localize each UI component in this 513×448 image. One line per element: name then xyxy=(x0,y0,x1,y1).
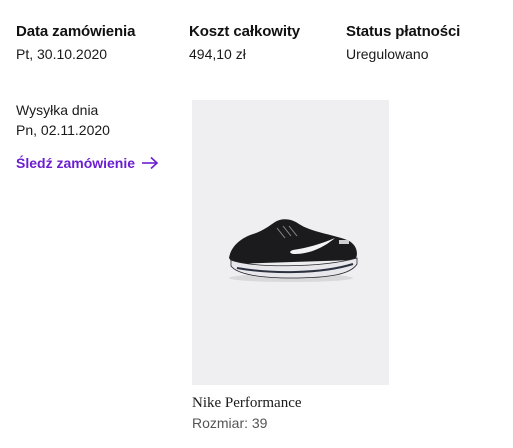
shipping-block: Wysyłka dnia Pn, 02.11.2020 xyxy=(16,100,110,140)
track-order-label: Śledź zamówienie xyxy=(16,155,136,171)
order-summary-page: Data zamówienia Pt, 30.10.2020 Koszt cał… xyxy=(0,0,513,448)
sneaker-image xyxy=(228,218,357,282)
product-image[interactable] xyxy=(192,100,389,385)
arrow-right-icon xyxy=(141,156,159,170)
payment-status-block: Status płatności Uregulowano xyxy=(346,22,460,64)
product-brand[interactable]: Nike Performance xyxy=(192,394,302,412)
order-total-label: Koszt całkowity xyxy=(189,23,301,40)
order-total-value: 494,10 zł xyxy=(189,46,246,62)
order-total-block: Koszt całkowity 494,10 zł xyxy=(189,22,300,64)
product-size: Rozmiar: 39 xyxy=(192,415,268,431)
shipping-date: Pn, 02.11.2020 xyxy=(16,122,110,138)
order-date-block: Data zamówienia Pt, 30.10.2020 xyxy=(16,22,135,64)
payment-status-value: Uregulowano xyxy=(346,46,429,62)
order-date-value: Pt, 30.10.2020 xyxy=(16,46,108,62)
order-date-label: Data zamówienia xyxy=(16,23,136,40)
track-order-link[interactable]: Śledź zamówienie xyxy=(16,155,159,171)
payment-status-label: Status płatności xyxy=(346,23,461,40)
shipping-label: Wysyłka dnia xyxy=(16,102,99,118)
